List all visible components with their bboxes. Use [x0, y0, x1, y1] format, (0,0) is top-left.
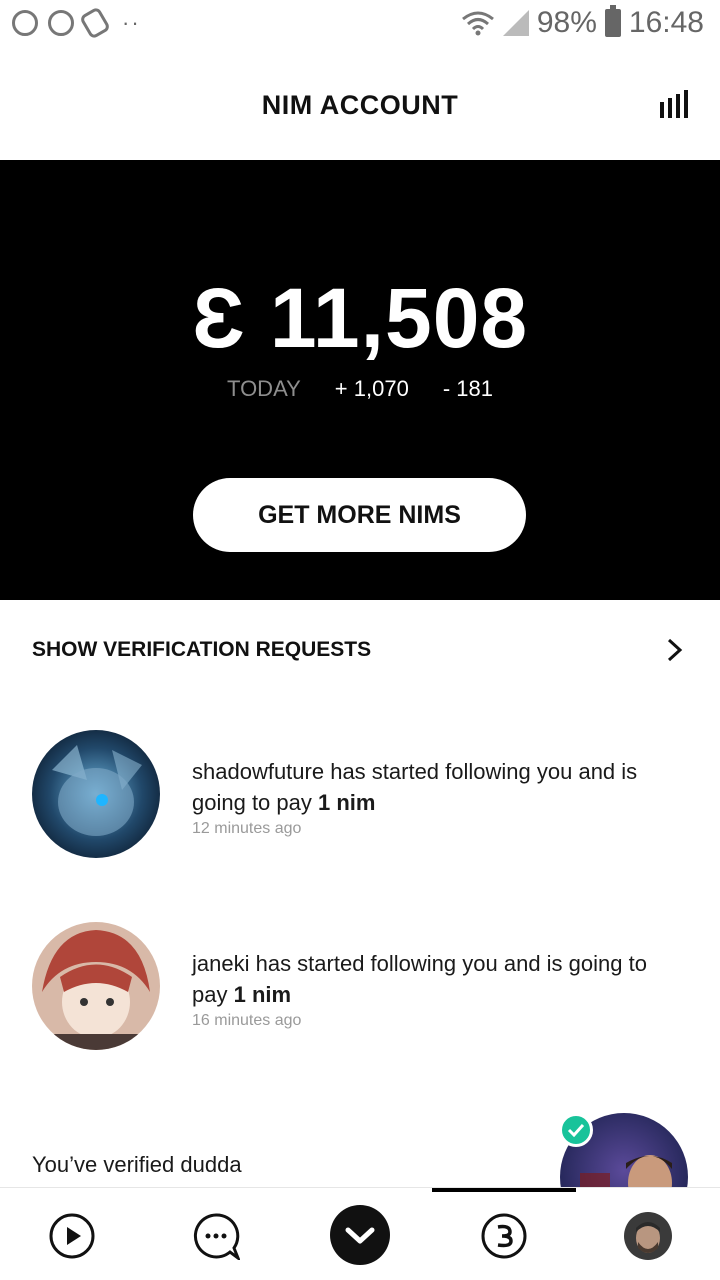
- today-spent: - 181: [442, 376, 493, 401]
- today-summary: TODAY + 1,070 - 181: [0, 376, 720, 402]
- get-more-nims-button[interactable]: GET MORE NIMS: [193, 478, 526, 552]
- battery-percent: 98%: [536, 6, 597, 39]
- feed-item[interactable]: janeki has started following you and is …: [0, 922, 720, 1082]
- feed-amount: 1 nim: [233, 982, 292, 1007]
- stats-icon[interactable]: [660, 90, 690, 118]
- signal-icon: [502, 10, 529, 36]
- verification-requests-label: SHOW VERIFICATION REQUESTS: [32, 638, 372, 661]
- feed-username[interactable]: janeki: [192, 951, 249, 976]
- profile-avatar[interactable]: [624, 1212, 672, 1260]
- today-income: + 1,070: [334, 376, 409, 401]
- verification-requests-row[interactable]: SHOW VERIFICATION REQUESTS: [0, 600, 720, 700]
- chevron-right-icon: [667, 638, 683, 662]
- verified-message: You’ve verified dudda: [32, 1152, 242, 1177]
- play-icon[interactable]: [48, 1212, 96, 1260]
- active-tab-indicator: [432, 1188, 576, 1192]
- feed-message: janeki has started following you and is …: [192, 948, 672, 1010]
- today-label: TODAY: [227, 376, 301, 401]
- more-notifications-icon: ··: [122, 10, 141, 35]
- feed-amount: 1 nim: [317, 790, 376, 815]
- nim-currency-icon[interactable]: [480, 1212, 528, 1260]
- feed-item[interactable]: shadowfuture has started following you a…: [0, 730, 720, 890]
- app-header: NIM ACCOUNT: [0, 50, 720, 160]
- status-bar: ·· 98% 16:48: [0, 0, 720, 50]
- status-icons-right: 98% 16:48: [461, 5, 704, 40]
- battery-icon: [604, 5, 621, 37]
- feed-timestamp: 12 minutes ago: [192, 820, 302, 837]
- feed-message: shadowfuture has started following you a…: [192, 756, 672, 818]
- clock: 16:48: [628, 6, 704, 39]
- wifi-icon: [461, 11, 494, 36]
- feed-username[interactable]: shadowfuture: [192, 759, 324, 784]
- sync-icon: [48, 10, 74, 36]
- tag-icon: [78, 6, 112, 40]
- avatar[interactable]: [32, 730, 160, 858]
- nim-balance: Ɛ 11,508: [191, 271, 529, 365]
- verified-check-icon: [559, 1113, 593, 1147]
- home-chevron-icon[interactable]: [330, 1205, 390, 1265]
- page-title: NIM ACCOUNT: [261, 90, 459, 120]
- bottom-navigation: [0, 1187, 720, 1280]
- avatar[interactable]: [32, 922, 160, 1050]
- notification-icon: [12, 10, 38, 36]
- balance-panel: Ɛ 11,508 TODAY + 1,070 - 181 GET MORE NI…: [0, 160, 720, 600]
- chat-icon[interactable]: [192, 1212, 240, 1260]
- feed-timestamp: 16 minutes ago: [192, 1012, 302, 1029]
- status-icons-left: ··: [12, 6, 141, 40]
